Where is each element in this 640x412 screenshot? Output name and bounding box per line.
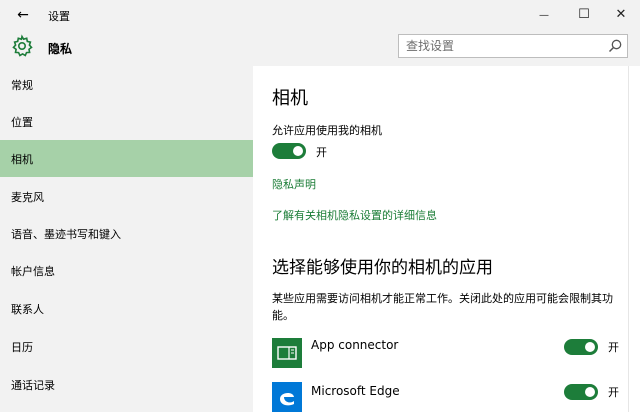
app-name: Microsoft Edge — [311, 384, 400, 398]
privacy-statement-link[interactable]: 隐私声明 — [272, 176, 316, 192]
search-icon[interactable] — [607, 38, 623, 54]
maximize-icon: ☐ — [578, 7, 590, 22]
sidebar-item-label: 日历 — [11, 341, 33, 354]
main-content: 相机 允许应用使用我的相机 开 隐私声明 了解有关相机隐私设置的详细信息 选择能… — [253, 66, 628, 412]
search-input[interactable] — [399, 35, 599, 57]
window-title: 设置 — [48, 10, 70, 23]
content-scrollbar[interactable] — [628, 66, 640, 412]
allow-camera-toggle-state: 开 — [316, 146, 327, 159]
app-connector-icon — [272, 338, 302, 368]
sidebar-item-label: 位置 — [11, 116, 33, 129]
close-button[interactable]: ✕ — [606, 4, 636, 26]
minimize-button[interactable]: — — [529, 4, 559, 26]
sidebar-item-camera[interactable]: 相机 — [0, 140, 253, 177]
sidebar-item-speech-inking-typing[interactable]: 语音、墨迹书写和键入 — [0, 215, 253, 252]
sidebar: 常规 位置 相机 麦克风 语音、墨迹书写和键入 帐户信息 联系人 日历 通话记录 — [0, 66, 253, 412]
toggle-knob — [585, 342, 595, 352]
sidebar-item-label: 麦克风 — [11, 191, 44, 204]
edge-icon — [272, 382, 302, 412]
app-name: App connector — [311, 338, 399, 352]
allow-camera-toggle[interactable] — [272, 143, 306, 159]
sidebar-item-microphone[interactable]: 麦克风 — [0, 178, 253, 215]
minimize-icon: — — [539, 10, 549, 21]
search-box[interactable] — [398, 34, 628, 58]
sidebar-item-account-info[interactable]: 帐户信息 — [0, 252, 253, 289]
sidebar-item-label: 常规 — [11, 79, 33, 92]
section-heading-apps: 选择能够使用你的相机的应用 — [272, 258, 493, 278]
title-bar: ← 设置 — ☐ ✕ — [0, 0, 640, 30]
toggle-knob — [293, 146, 303, 156]
app-connector-toggle-state: 开 — [608, 341, 619, 354]
section-heading-camera: 相机 — [272, 88, 308, 109]
toggle-knob — [585, 387, 595, 397]
sidebar-item-call-history[interactable]: 通话记录 — [0, 366, 253, 403]
close-icon: ✕ — [615, 7, 627, 22]
sidebar-item-general[interactable]: 常规 — [0, 66, 253, 103]
sidebar-item-calendar[interactable]: 日历 — [0, 328, 253, 365]
sidebar-item-label: 帐户信息 — [11, 265, 55, 278]
microsoft-edge-toggle[interactable] — [564, 384, 598, 400]
allow-camera-label: 允许应用使用我的相机 — [272, 124, 382, 137]
sidebar-item-label: 联系人 — [11, 303, 44, 316]
sidebar-item-label: 语音、墨迹书写和键入 — [11, 228, 121, 241]
section-description: 某些应用需要访问相机才能正常工作。关闭此处的应用可能会限制其功能。 — [272, 292, 613, 322]
back-button[interactable]: ← — [12, 4, 34, 26]
microsoft-edge-toggle-state: 开 — [608, 386, 619, 399]
page-title: 隐私 — [48, 42, 73, 56]
learn-more-link[interactable]: 了解有关相机隐私设置的详细信息 — [272, 207, 437, 223]
sidebar-item-contacts[interactable]: 联系人 — [0, 290, 253, 327]
sidebar-item-location[interactable]: 位置 — [0, 103, 253, 140]
app-connector-toggle[interactable] — [564, 339, 598, 355]
back-arrow-icon: ← — [17, 7, 29, 23]
header-bar: 隐私 — [0, 30, 640, 66]
maximize-button[interactable]: ☐ — [569, 4, 599, 26]
sidebar-item-label: 相机 — [11, 153, 33, 166]
sidebar-item-label: 通话记录 — [11, 379, 55, 392]
gear-icon — [12, 34, 33, 57]
